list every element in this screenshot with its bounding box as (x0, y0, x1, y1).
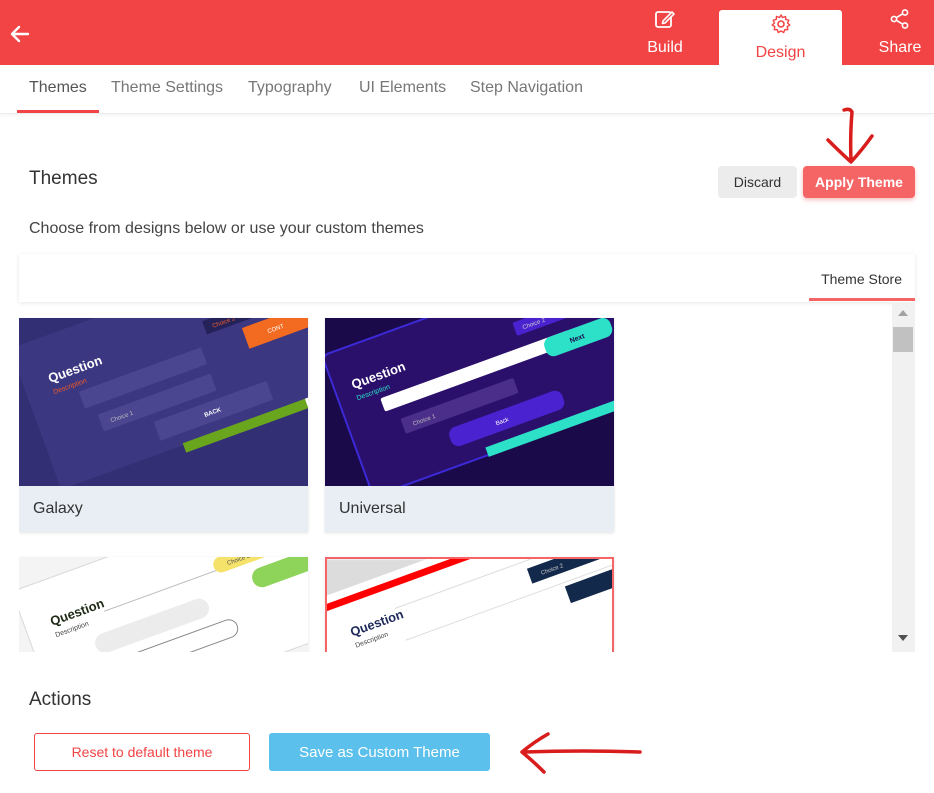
subnav-tab-typography[interactable]: Typography (248, 79, 332, 97)
annotation-arrow-left-icon (520, 732, 642, 774)
actions-section-title: Actions (29, 689, 92, 710)
scroll-thumb[interactable] (893, 327, 913, 352)
gallery-scrollbar[interactable] (892, 302, 915, 652)
theme-card-universal[interactable]: Question Description Choice 2 Choice 1 N… (325, 318, 614, 532)
tab-theme-store[interactable]: Theme Store (821, 271, 902, 287)
theme-preview-selected: Question Description Choice 2 (327, 559, 612, 652)
subnav-tab-themes[interactable]: Themes (29, 79, 87, 97)
design-subnav: Themes Theme Settings Typography UI Elem… (0, 65, 934, 114)
header-tab-label: Design (755, 44, 806, 61)
themes-section-title: Themes (29, 168, 98, 189)
theme-gallery: Question Description Choice 2 Choice 1 C… (19, 302, 893, 652)
theme-preview-universal: Question Description Choice 2 Choice 1 N… (325, 318, 614, 486)
back-arrow-icon[interactable] (8, 22, 32, 46)
header-tab-build[interactable]: Build (630, 0, 700, 65)
subnav-tab-ui-elements[interactable]: UI Elements (359, 79, 446, 97)
header-tab-label: Share (878, 39, 922, 56)
header-tab-label: Build (647, 39, 683, 56)
top-bar: Build Design Share (0, 0, 934, 65)
save-custom-theme-button[interactable]: Save as Custom Theme (269, 733, 490, 771)
reset-default-theme-button[interactable]: Reset to default theme (34, 733, 250, 771)
annotation-arrow-down-icon (826, 107, 874, 164)
edit-icon (654, 8, 676, 35)
theme-name: Galaxy (33, 500, 83, 517)
subnav-tab-step-navigation[interactable]: Step Navigation (470, 79, 583, 97)
theme-name: Universal (339, 500, 406, 517)
theme-card-light[interactable]: Question Description Choice 2 (19, 557, 308, 652)
share-icon (889, 8, 911, 35)
gear-icon (770, 13, 792, 40)
theme-preview-light: Question Description Choice 2 (19, 557, 308, 652)
scroll-up-arrow-icon[interactable] (898, 310, 908, 316)
theme-card-galaxy[interactable]: Question Description Choice 2 Choice 1 C… (19, 318, 308, 532)
theme-preview-galaxy: Question Description Choice 2 Choice 1 C… (19, 318, 308, 486)
themes-subtitle: Choose from designs below or use your cu… (29, 220, 424, 237)
scroll-down-arrow-icon[interactable] (898, 635, 908, 641)
header-tab-share[interactable]: Share (866, 0, 934, 65)
active-tab-indicator (17, 110, 99, 113)
theme-card-selected[interactable]: Question Description Choice 2 (325, 557, 614, 652)
theme-source-tabs: Theme Store (19, 254, 915, 302)
active-tab-indicator (809, 298, 915, 301)
subnav-tab-theme-settings[interactable]: Theme Settings (111, 79, 223, 97)
header-tab-design[interactable]: Design (719, 10, 842, 65)
apply-theme-button[interactable]: Apply Theme (803, 166, 915, 198)
discard-button[interactable]: Discard (718, 166, 797, 198)
